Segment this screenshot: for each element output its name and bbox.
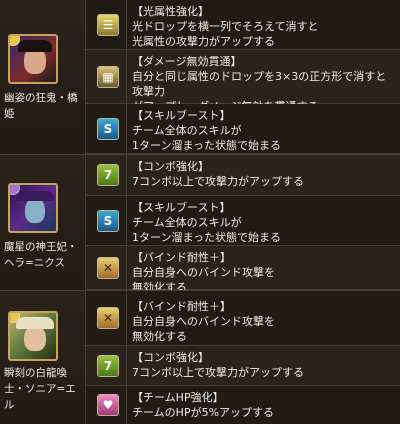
skill-row: ☰ 【光属性強化】 光ドロップを横一列でそろえて消すと 光属性の攻撃力がアップす…: [86, 0, 400, 50]
skill-text: 自分自身へのバインド攻撃を: [132, 315, 275, 328]
skill-text: 1ターン溜まった状態で始まる: [132, 231, 282, 244]
awakening-skill-table: 幽姿の狂鬼・橋 姫 ☰ 【光属性強化】 光ドロップを横一列でそろえて消すと 光属…: [0, 0, 400, 424]
skill-text: 光属性の攻撃力がアップする: [132, 35, 275, 48]
skill-boost-icon: S: [97, 117, 119, 140]
skill-description: 【スキルブースト】 チーム全体のスキルが 1ターン溜まった状態で始まる: [132, 104, 396, 153]
character-group-2: 魔星の神王妃・ ヘラ=ニクス 7 【コンボ強化】 7コンボ以上で攻撃力がアップす…: [0, 154, 400, 294]
skill-text: チームのHPが5%アップする: [132, 406, 275, 419]
skill-text: 1ターン溜まった状態で始まる: [132, 139, 282, 152]
character-portrait[interactable]: [8, 34, 58, 84]
skill-row: 7 【コンボ強化】 7コンボ以上で攻撃力がアップする: [86, 346, 400, 386]
skill-row: ♥ 【チームHP強化】 チームのHPが5%アップする: [86, 386, 400, 424]
skill-description: 【バインド耐性＋】 自分自身へのバインド攻撃を 無効化する: [132, 246, 396, 295]
skill-description: 【チームHP強化】 チームのHPが5%アップする: [132, 386, 396, 420]
character-group-1: 幽姿の狂鬼・橋 姫 ☰ 【光属性強化】 光ドロップを横一列でそろえて消すと 光属…: [0, 0, 400, 154]
skill-title: 【スキルブースト】: [132, 201, 231, 214]
skill-title: 【ダメージ無効貫通】: [132, 55, 242, 68]
skill-text: 7コンボ以上で攻撃力がアップする: [132, 175, 304, 188]
skill-text: 光ドロップを横一列でそろえて消すと: [132, 20, 319, 33]
skill-text: 無効化する: [132, 330, 187, 343]
skill-row: 7 【コンボ強化】 7コンボ以上で攻撃力がアップする: [86, 154, 400, 196]
character-name-line: 姫: [4, 108, 15, 120]
skill-title: 【スキルブースト】: [132, 109, 231, 122]
skill-description: 【スキルブースト】 チーム全体のスキルが 1ターン溜まった状態で始まる: [132, 196, 396, 245]
skill-title: 【コンボ強化】: [132, 160, 209, 173]
skill-description: 【バインド耐性＋】 自分自身へのバインド攻撃を 無効化する: [132, 291, 396, 344]
character-group-3: 瞬刻の白龍喚 士・ソニア=エ ル ✕ 【バインド耐性＋】 自分自身へのバインド攻…: [0, 290, 400, 424]
column-divider: [126, 0, 127, 424]
skill-row: S 【スキルブースト】 チーム全体のスキルが 1ターン溜まった状態で始まる: [86, 196, 400, 246]
character-cell: 瞬刻の白龍喚 士・ソニア=エ ル: [0, 290, 86, 424]
character-name-line: 魔星の神王妃・: [4, 241, 78, 253]
skill-description: 【コンボ強化】 7コンボ以上で攻撃力がアップする: [132, 346, 396, 380]
skill-title: 【チームHP強化】: [132, 391, 224, 404]
character-name-line: 幽姿の狂鬼・橋: [4, 92, 78, 104]
skill-row: ▦ 【ダメージ無効貫通】 自分と同じ属性のドロップを3×3の正方形で消すと攻撃力…: [86, 50, 400, 113]
skill-boost-icon: S: [97, 209, 119, 232]
skill-title: 【バインド耐性＋】: [132, 300, 231, 313]
character-portrait[interactable]: [8, 183, 58, 233]
skill-title: 【光属性強化】: [132, 5, 209, 18]
character-name: 魔星の神王妃・ ヘラ=ニクス: [4, 239, 84, 271]
character-portrait[interactable]: [8, 311, 58, 361]
skill-row: ✕ 【バインド耐性＋】 自分自身へのバインド攻撃を 無効化する: [86, 290, 400, 346]
skill-text: チーム全体のスキルが: [132, 216, 242, 229]
skill-row: S 【スキルブースト】 チーム全体のスキルが 1ターン溜まった状態で始まる: [86, 104, 400, 154]
skill-title: 【コンボ強化】: [132, 351, 209, 364]
combo-enhance-icon: 7: [97, 164, 119, 186]
row-enhance-light-icon: ☰: [97, 13, 119, 36]
skill-description: 【光属性強化】 光ドロップを横一列でそろえて消すと 光属性の攻撃力がアップする: [132, 0, 396, 49]
character-name-line: ヘラ=ニクス: [4, 257, 65, 269]
character-cell: 魔星の神王妃・ ヘラ=ニクス: [0, 154, 86, 290]
character-cell: 幽姿の狂鬼・橋 姫: [0, 0, 86, 154]
combo-enhance-icon: 7: [97, 354, 119, 377]
skill-text: 自分と同じ属性のドロップを3×3の正方形で消すと攻撃力: [132, 70, 387, 98]
character-name-line: 瞬刻の白龍喚: [4, 367, 67, 379]
skill-text: 自分自身へのバインド攻撃を: [132, 266, 275, 279]
skill-title: 【バインド耐性＋】: [132, 251, 231, 264]
skill-description: 【コンボ強化】 7コンボ以上で攻撃力がアップする: [132, 155, 396, 189]
character-name-line: 士・ソニア=エ: [4, 383, 76, 395]
team-hp-enhance-icon: ♥: [97, 394, 119, 416]
character-name-line: ル: [4, 399, 15, 411]
skill-text: 7コンボ以上で攻撃力がアップする: [132, 366, 304, 379]
skill-text: チーム全体のスキルが: [132, 124, 242, 137]
bind-resist-plus-icon: ✕: [97, 256, 119, 279]
damage-void-pierce-icon: ▦: [97, 65, 119, 88]
character-name: 幽姿の狂鬼・橋 姫: [4, 90, 84, 122]
skill-row: ✕ 【バインド耐性＋】 自分自身へのバインド攻撃を 無効化する: [86, 246, 400, 294]
bind-resist-plus-icon: ✕: [97, 307, 119, 329]
character-name: 瞬刻の白龍喚 士・ソニア=エ ル: [4, 365, 84, 413]
